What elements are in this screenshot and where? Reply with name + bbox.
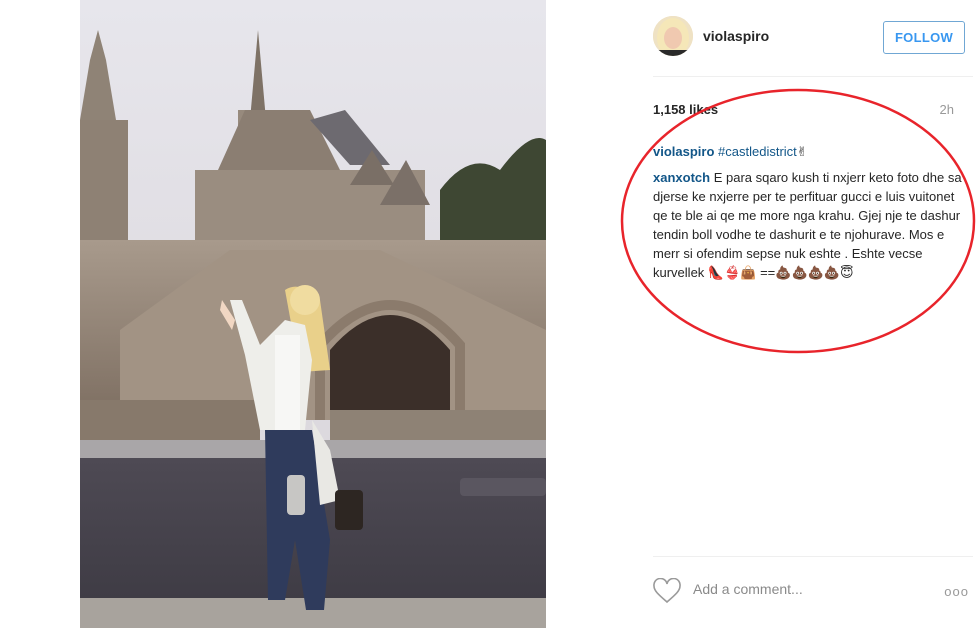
castle-photo-image [80,0,546,628]
follow-button[interactable]: FOLLOW [883,21,965,54]
post-view: violaspiro FOLLOW 1,158 likes 2h violasp… [0,0,980,628]
hashtag-link[interactable]: #castledistrict [718,144,797,159]
post-caption: violaspiro #castledistrict✌ [653,143,953,161]
likes-count[interactable]: 1,158 likes [653,102,718,117]
header-divider [653,76,973,77]
username-link[interactable]: violaspiro [703,28,769,44]
post-details-panel: violaspiro FOLLOW 1,158 likes 2h violasp… [608,0,980,628]
heart-outline-icon[interactable] [653,577,681,604]
footer-divider [653,556,973,557]
user-avatar-image [653,16,693,56]
caption-emoji: ✌ [796,144,808,159]
post-time[interactable]: 2h [940,102,954,117]
comment-username-link[interactable]: xanxotch [653,170,710,185]
more-options-icon[interactable]: ooo [944,584,969,599]
avatar[interactable] [653,16,693,56]
post-header: violaspiro FOLLOW [653,14,973,62]
add-comment-row: ooo [653,575,973,609]
caption-username-link[interactable]: violaspiro [653,144,714,159]
post-photo[interactable] [80,0,546,628]
comment-input[interactable] [693,581,913,597]
comment-item: xanxotch E para sqaro kush ti nxjerr ket… [653,168,963,282]
comment-text: E para sqaro kush ti nxjerr keto foto dh… [653,170,962,280]
